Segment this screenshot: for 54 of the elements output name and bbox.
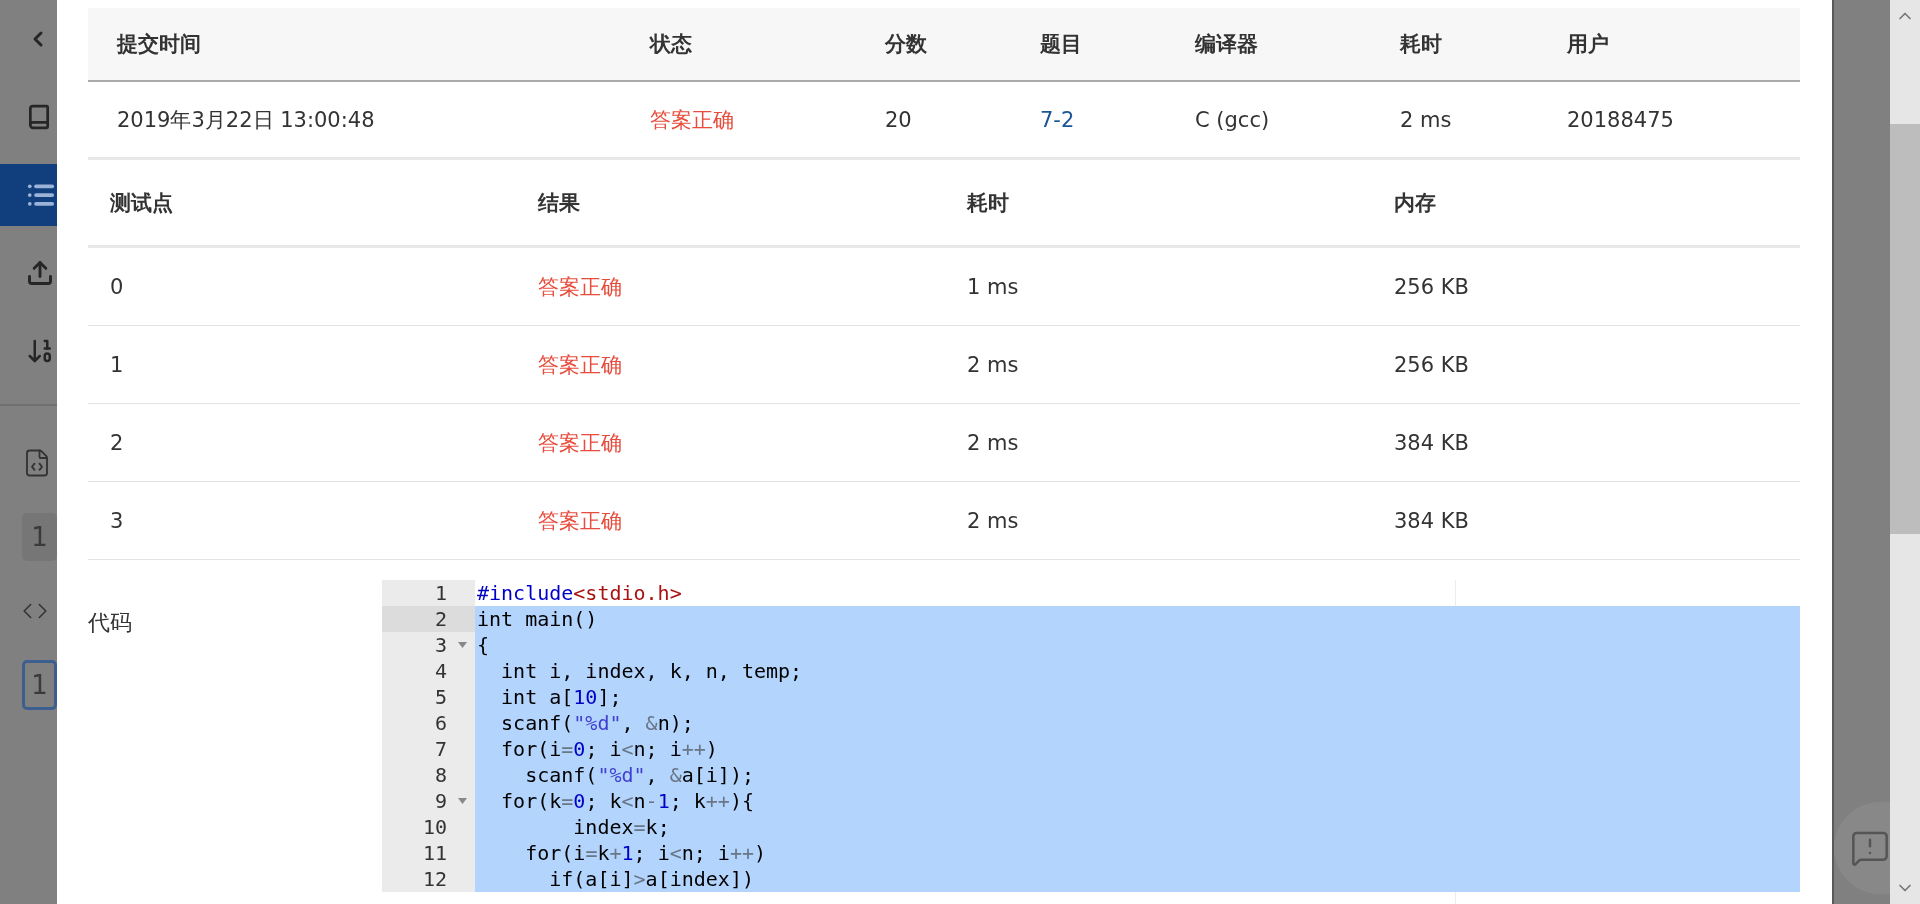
status-text: 答案正确 (538, 351, 622, 379)
line-number: 12 (422, 866, 447, 892)
table-cell: 384 KB (1394, 430, 1469, 455)
column-header: 提交时间 (88, 8, 621, 82)
line-number: 7 (434, 736, 447, 762)
fold-caret-icon[interactable] (458, 798, 467, 804)
table-cell: 384 KB (1394, 508, 1469, 533)
scrollbar-thumb[interactable] (1890, 124, 1920, 534)
table-cell-text: 2019年3月22日 13:00:48 (117, 106, 375, 134)
sidebar-item[interactable] (0, 164, 57, 226)
fold-caret-icon[interactable] (458, 642, 467, 648)
column-header: 状态 (621, 8, 856, 82)
line-number: 4 (434, 658, 447, 684)
line-number: 1 (434, 580, 447, 606)
column-header: 题目 (1011, 8, 1166, 82)
line-number: 11 (422, 840, 447, 866)
line-number: 6 (434, 710, 447, 736)
table-cell: 1 ms (967, 274, 1019, 299)
upload-icon[interactable] (26, 259, 54, 287)
table-cell: 3 (110, 508, 124, 533)
table-cell: 2 (110, 430, 124, 455)
table-cell: C (gcc) (1195, 107, 1270, 132)
scrollbar[interactable] (1890, 0, 1920, 904)
line-number: 9 (434, 788, 447, 814)
line-number: 2 (434, 606, 447, 632)
table-cell: 256 KB (1394, 274, 1469, 299)
book-icon[interactable] (26, 104, 52, 130)
table-cell: 2 ms (967, 508, 1019, 533)
table-cell: 1 (110, 352, 124, 377)
status-text: 答案正确 (538, 273, 622, 301)
code-editor[interactable] (382, 580, 1800, 904)
table-cell: 256 KB (1394, 352, 1469, 377)
line-number: 8 (434, 762, 447, 788)
table-cell: 2 ms (1400, 107, 1452, 132)
table-cell: 2 ms (967, 430, 1019, 455)
code-label: 代码 (88, 610, 132, 635)
column-header: 分数 (856, 8, 1011, 82)
count-tab[interactable]: 1 (22, 513, 57, 561)
table-cell: 20 (885, 107, 912, 132)
column-header: 用户 (1538, 8, 1800, 82)
line-number: 5 (434, 684, 447, 710)
code-line: #include<stdio.h> (476, 580, 683, 606)
column-header: 耗时 (1371, 8, 1538, 82)
table-cell: 20188475 (1567, 107, 1674, 132)
table-cell: 2 ms (967, 352, 1019, 377)
status-text: 答案正确 (650, 106, 734, 134)
line-number: 3 (434, 632, 447, 658)
line-number: 10 (422, 814, 447, 840)
problem-link[interactable]: 7-2 (1040, 107, 1075, 132)
table-cell: 0 (110, 274, 124, 299)
status-text: 答案正确 (538, 507, 622, 535)
feedback-button[interactable] (1834, 802, 1890, 894)
column-header: 编译器 (1166, 8, 1371, 82)
status-text: 答案正确 (538, 429, 622, 457)
